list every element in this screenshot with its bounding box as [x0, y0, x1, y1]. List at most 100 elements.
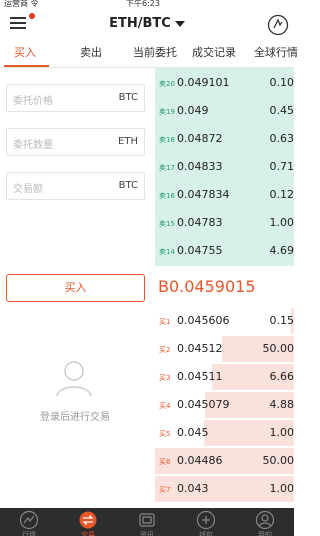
wallet-icon: [196, 510, 216, 530]
tab-open-orders[interactable]: 当前委托: [133, 40, 177, 68]
bid-amount: 1.00: [269, 426, 295, 439]
ask-row[interactable]: 卖20 0.049101 0.10: [155, 70, 294, 96]
bid-price: 0.045: [177, 426, 209, 439]
pair-label: ETH/BTC: [109, 16, 171, 31]
bid-amount: 50.00: [262, 454, 295, 467]
ask-level: 卖17: [159, 164, 175, 172]
bid-row[interactable]: 买2 0.04512 50.00: [155, 336, 294, 362]
bid-level: 买1: [159, 318, 171, 326]
bid-price: 0.04486: [177, 454, 223, 467]
ask-price: 0.04755: [177, 244, 223, 257]
ask-price: 0.049: [177, 104, 209, 117]
bid-row[interactable]: 买4 0.045079 4.88: [155, 392, 294, 418]
ask-price: 0.04833: [177, 160, 223, 173]
bid-row[interactable]: 买5 0.045 1.00: [155, 420, 294, 446]
status-bar: 运营商 令 下午6:23: [0, 0, 294, 8]
total-field[interactable]: 交易额 BTC: [6, 172, 145, 200]
tab-trade-history[interactable]: 成交记录: [192, 40, 236, 68]
ask-price: 0.04783: [177, 216, 223, 229]
bid-amount: 4.88: [269, 398, 295, 411]
ask-level: 卖19: [159, 108, 175, 116]
bid-level: 买3: [159, 374, 171, 382]
price-placeholder: 委托价格: [13, 96, 53, 107]
caret-down-icon: [174, 20, 185, 27]
bid-level: 买2: [159, 346, 171, 354]
bid-price: 0.04511: [177, 370, 223, 383]
ask-level: 卖20: [159, 80, 175, 88]
ask-amount: 0.45: [269, 104, 295, 117]
trade-tabs: 买入 卖出 当前委托 成交记录 全球行情: [0, 40, 298, 68]
last-price: B0.0459015: [158, 277, 256, 296]
bid-row[interactable]: 买1 0.045606 0.15: [155, 308, 294, 334]
chart-icon: [19, 510, 39, 530]
price-field[interactable]: 委托价格 BTC: [6, 84, 145, 112]
nav-trade[interactable]: 交易: [59, 508, 117, 536]
bid-price: 0.043: [177, 482, 209, 495]
buy-button[interactable]: 买入: [6, 274, 145, 302]
ask-level: 卖14: [159, 248, 175, 256]
total-unit: BTC: [118, 180, 138, 191]
bid-price: 0.045606: [177, 314, 230, 327]
ask-level: 卖18: [159, 136, 175, 144]
ask-amount: 0.71: [269, 160, 295, 173]
ask-amount: 0.12: [269, 188, 295, 201]
ask-row[interactable]: 卖14 0.04755 4.69: [155, 238, 294, 264]
bid-row[interactable]: 买3 0.04511 6.66: [155, 364, 294, 390]
news-icon: [139, 513, 155, 527]
bid-level: 买7: [159, 486, 171, 494]
quantity-placeholder: 委托数量: [13, 140, 53, 151]
ask-price: 0.04872: [177, 132, 223, 145]
nav-trade-label: 交易: [81, 531, 95, 536]
bid-row[interactable]: 买7 0.043 1.00: [155, 476, 294, 502]
ask-level: 卖16: [159, 192, 175, 200]
bid-amount: 1.00: [269, 482, 295, 495]
bid-price: 0.04512: [177, 342, 223, 355]
bid-level: 买6: [159, 458, 171, 466]
bottom-nav: 行情 交易 资讯 钱包 我的: [0, 508, 294, 536]
nav-profile[interactable]: 我的: [236, 508, 294, 536]
nav-profile-label: 我的: [258, 531, 272, 536]
active-tab-indicator: [4, 65, 49, 67]
ask-amount: 4.69: [269, 244, 295, 257]
top-nav-bar: ETH/BTC: [0, 8, 294, 40]
nav-news-label: 资讯: [140, 531, 154, 536]
ask-row[interactable]: 卖18 0.04872 0.63: [155, 126, 294, 152]
bid-amount: 0.15: [269, 314, 295, 327]
ask-amount: 1.00: [269, 216, 295, 229]
user-icon: [255, 510, 275, 530]
bid-row[interactable]: 买6 0.04486 50.00: [155, 448, 294, 474]
exchange-icon: [79, 511, 97, 529]
ask-amount: 0.10: [269, 76, 295, 89]
order-form: 委托价格 BTC 委托数量 ETH 交易额 BTC 买入 登录后进行交易: [0, 68, 155, 508]
tab-global-market[interactable]: 全球行情: [254, 40, 298, 68]
ask-amount: 0.63: [269, 132, 295, 145]
pair-selector[interactable]: ETH/BTC: [0, 16, 294, 31]
quantity-field[interactable]: 委托数量 ETH: [6, 128, 145, 156]
tab-sell[interactable]: 卖出: [80, 40, 102, 68]
total-placeholder: 交易额: [13, 184, 43, 195]
avatar-placeholder-icon: [54, 358, 94, 398]
ask-row[interactable]: 卖17 0.04833 0.71: [155, 154, 294, 180]
nav-wallet-label: 钱包: [199, 531, 213, 536]
ask-price: 0.049101: [177, 76, 230, 89]
nav-news[interactable]: 资讯: [118, 508, 176, 536]
ask-row[interactable]: 卖16 0.047834 0.12: [155, 182, 294, 208]
ask-level: 卖15: [159, 220, 175, 228]
bid-price: 0.045079: [177, 398, 230, 411]
quantity-unit: ETH: [118, 136, 138, 147]
ask-row[interactable]: 卖19 0.049 0.45: [155, 98, 294, 124]
tab-buy[interactable]: 买入: [14, 40, 36, 68]
nav-wallet[interactable]: 钱包: [177, 508, 235, 536]
bid-amount: 6.66: [269, 370, 295, 383]
bid-amount: 50.00: [262, 342, 295, 355]
nav-market[interactable]: 行情: [0, 508, 58, 536]
bid-level: 买5: [159, 430, 171, 438]
price-unit: BTC: [118, 92, 138, 103]
order-book: 卖20 0.049101 0.10 卖19 0.049 0.45 卖18 0.0…: [155, 68, 294, 508]
login-hint: 登录后进行交易: [40, 412, 110, 423]
switch-market-icon[interactable]: [267, 14, 289, 36]
bid-level: 买4: [159, 402, 171, 410]
ask-price: 0.047834: [177, 188, 230, 201]
nav-market-label: 行情: [22, 531, 36, 536]
ask-row[interactable]: 卖15 0.04783 1.00: [155, 210, 294, 236]
